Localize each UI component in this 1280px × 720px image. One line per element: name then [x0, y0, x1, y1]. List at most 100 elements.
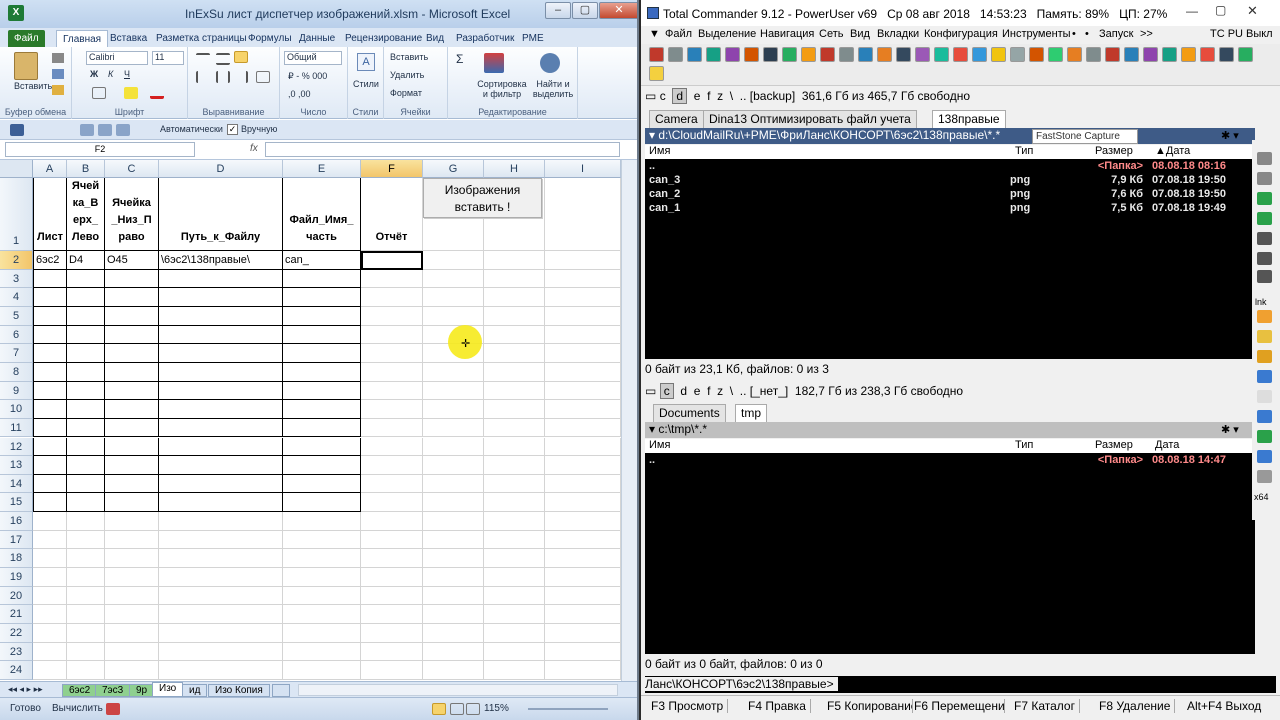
side-toolbar-icon[interactable]: [1257, 152, 1272, 165]
grid-cell[interactable]: [545, 493, 621, 513]
grid-cell[interactable]: [159, 624, 283, 643]
drive-button[interactable]: e: [694, 89, 701, 103]
drive-button[interactable]: e: [694, 384, 701, 398]
side-toolbar-icon[interactable]: [1257, 310, 1272, 323]
formula-input[interactable]: [265, 142, 620, 157]
grid-cell[interactable]: [545, 512, 621, 531]
align-top-icon[interactable]: [196, 53, 210, 65]
grid-cell[interactable]: [67, 381, 105, 401]
grid-cell[interactable]: [484, 251, 545, 270]
grid-cell[interactable]: [105, 418, 159, 438]
grid-cell[interactable]: [545, 456, 621, 475]
grid-cell[interactable]: [545, 344, 621, 363]
grid-cell[interactable]: [545, 661, 621, 680]
drive-c-button[interactable]: ▭: [645, 384, 656, 398]
grid-cell[interactable]: [545, 288, 621, 307]
data-cell-c2[interactable]: O45: [105, 251, 159, 270]
grid-cell[interactable]: [361, 437, 423, 457]
grid-cell[interactable]: [105, 400, 159, 419]
grid-cell[interactable]: [361, 605, 423, 624]
toolbar-icon[interactable]: [782, 47, 797, 62]
grid-cell[interactable]: [159, 306, 283, 326]
active-cell-f2[interactable]: [361, 251, 423, 270]
toolbar-icon[interactable]: [820, 47, 835, 62]
tc-maximize-button[interactable]: ▢: [1215, 3, 1226, 17]
grid-cell[interactable]: [105, 325, 159, 345]
grid-cell[interactable]: [67, 269, 105, 289]
row-header[interactable]: 19: [0, 568, 33, 587]
folder-tab-active[interactable]: 138правые: [932, 110, 1006, 128]
grid-cell[interactable]: [361, 325, 423, 345]
grid-cell[interactable]: [159, 325, 283, 345]
tc-menu-item[interactable]: Конфигурация: [924, 28, 998, 40]
grid-cell[interactable]: [361, 418, 423, 438]
grid-cell[interactable]: [545, 381, 621, 401]
f6-move-button[interactable]: F6 Перемещение: [914, 699, 1005, 713]
grid-cell[interactable]: [67, 661, 105, 680]
grid-cell[interactable]: [33, 381, 67, 401]
grid-cell[interactable]: [484, 512, 545, 531]
toolbar-icon[interactable]: [953, 47, 968, 62]
grid-cell[interactable]: [283, 362, 361, 382]
manual-calc-checkbox[interactable]: ✓: [227, 124, 238, 135]
align-center-icon[interactable]: [216, 71, 230, 83]
grid-cell[interactable]: [159, 661, 283, 680]
styles-button[interactable]: Стили: [353, 79, 379, 89]
grid-cell[interactable]: [159, 586, 283, 606]
normal-view-icon[interactable]: [432, 703, 446, 715]
grid-cell[interactable]: [67, 624, 105, 643]
delete-cells-button[interactable]: Удалить: [390, 70, 424, 80]
data-cell-b2[interactable]: D4: [67, 251, 105, 270]
toolbar-icon[interactable]: [972, 47, 987, 62]
file-row[interactable]: can_1 png 7,5 Кб 07.08.18 19:49: [645, 201, 1255, 215]
grid-cell[interactable]: [33, 530, 67, 550]
grid-cell[interactable]: [159, 549, 283, 569]
auto-calc-label[interactable]: Автоматически: [160, 124, 223, 134]
grid-cell[interactable]: [283, 530, 361, 550]
grid-cell[interactable]: [423, 586, 484, 606]
grid-cell[interactable]: [67, 642, 105, 662]
header-cell-b[interactable]: Ячей ка_В ерх_ Лево: [67, 178, 105, 251]
toolbar-icon[interactable]: [1238, 47, 1253, 62]
close-button[interactable]: ✕: [599, 2, 637, 19]
row-header[interactable]: 20: [0, 586, 33, 606]
grid-cell[interactable]: [361, 586, 423, 606]
grid-cell[interactable]: [105, 624, 159, 643]
side-toolbar-icon[interactable]: [1257, 330, 1272, 343]
format-cells-button[interactable]: Формат: [390, 88, 422, 98]
grid-cell[interactable]: [283, 269, 361, 289]
sort-filter-button[interactable]: Сортировка и фильтр: [476, 79, 528, 99]
toolbar-icon[interactable]: [1086, 47, 1101, 62]
grid-cell[interactable]: [67, 568, 105, 587]
col-size[interactable]: Размер: [1095, 439, 1133, 452]
grid-cell[interactable]: [105, 605, 159, 624]
grid-cell[interactable]: [33, 549, 67, 569]
grid-cell[interactable]: [105, 493, 159, 513]
toolbar-icon[interactable]: [1029, 47, 1044, 62]
data-cell-e2[interactable]: can_: [283, 251, 361, 270]
row-header[interactable]: 23: [0, 642, 33, 662]
row-header[interactable]: 11: [0, 418, 33, 438]
drive-button[interactable]: z: [717, 89, 723, 103]
grid-cell[interactable]: [67, 474, 105, 494]
side-toolbar-icon[interactable]: [1257, 172, 1272, 185]
sheet-tab-active[interactable]: Изо: [152, 682, 184, 697]
sheet-tab[interactable]: 9р: [129, 684, 155, 697]
row-header[interactable]: 17: [0, 530, 33, 550]
grid-cell[interactable]: [484, 586, 545, 606]
grid-cell[interactable]: [361, 362, 423, 382]
zoom-slider[interactable]: [528, 708, 608, 710]
col-name[interactable]: Имя: [649, 439, 670, 452]
grid-cell[interactable]: [361, 512, 423, 531]
tc-menu-item[interactable]: Выделение: [698, 28, 756, 40]
grid-cell[interactable]: [423, 512, 484, 531]
grid-cell[interactable]: [283, 437, 361, 457]
column-header-d[interactable]: D: [159, 160, 283, 178]
grid-cell[interactable]: [67, 530, 105, 550]
tc-menu-item[interactable]: Файл: [665, 28, 692, 40]
tab-developer[interactable]: Разработчик: [450, 30, 520, 48]
grid-cell[interactable]: [423, 624, 484, 643]
grid-cell[interactable]: [105, 269, 159, 289]
side-toolbar-icon[interactable]: [1257, 450, 1272, 463]
grid-cell[interactable]: [545, 325, 621, 345]
